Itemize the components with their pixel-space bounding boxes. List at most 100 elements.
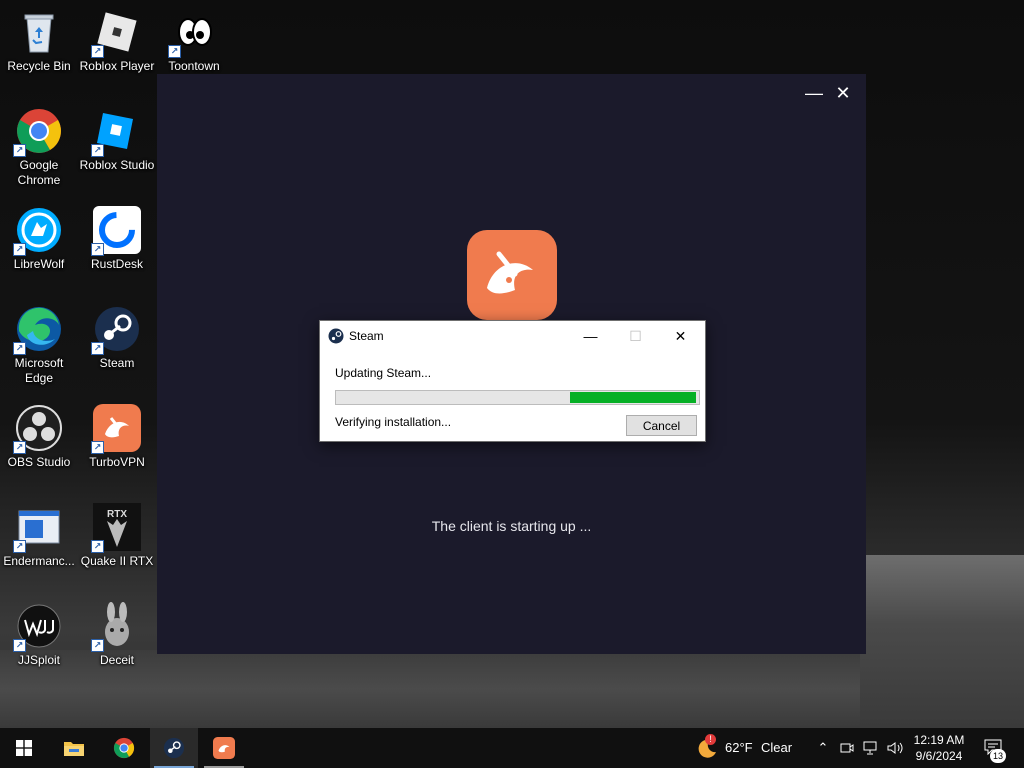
desktop-icon-label: Roblox Player — [79, 59, 155, 73]
desktop-icon-roblox-studio[interactable]: ↗ Roblox Studio — [79, 103, 155, 193]
desktop-icon-label: RustDesk — [90, 257, 143, 271]
launcher-minimize-button[interactable]: — — [803, 82, 825, 104]
desktop-icon-label: Toontown — [168, 59, 220, 73]
jjsploit-icon: ↗ — [13, 602, 63, 652]
cancel-button[interactable]: Cancel — [626, 415, 697, 436]
taskbar-chrome[interactable] — [100, 728, 148, 768]
weather-temperature: 62°F — [725, 740, 753, 755]
deceit-icon: ↗ — [91, 602, 141, 652]
turbovpn-icon — [213, 737, 235, 759]
desktop-icon-label: Endermanc... — [3, 554, 75, 568]
dialog-minimize-button[interactable]: — — [568, 321, 613, 351]
update-progress-fill — [570, 392, 696, 403]
network-icon[interactable] — [863, 740, 879, 756]
desktop: Recycle Bin ↗ Google Chrome ↗ LibreWolf … — [0, 0, 1024, 728]
shortcut-arrow-icon: ↗ — [13, 144, 26, 157]
launcher-status-text: The client is starting up ... — [431, 518, 592, 534]
shortcut-arrow-icon: ↗ — [91, 342, 104, 355]
update-progress-bar — [335, 390, 700, 405]
shortcut-arrow-icon: ↗ — [91, 144, 104, 157]
endermanch-icon: ↗ — [13, 503, 63, 553]
dialog-maximize-button: ☐ — [629, 328, 642, 344]
roblox-player-icon: ↗ — [91, 8, 141, 58]
recycle-bin-icon — [15, 8, 63, 56]
clock-time: 12:19 AM — [913, 733, 965, 747]
desktop-icon-google-chrome[interactable]: ↗ Google Chrome — [1, 103, 77, 193]
desktop-icon-label: LibreWolf — [13, 257, 65, 271]
shortcut-arrow-icon: ↗ — [168, 45, 181, 58]
updating-label: Updating Steam... — [335, 366, 432, 380]
desktop-icon-librewolf[interactable]: ↗ LibreWolf — [1, 202, 77, 292]
desktop-icon-label: Quake II RTX — [80, 554, 154, 568]
weather-condition: Clear — [761, 740, 793, 755]
taskbar: ! 62°F Clear ⌃ 12:19 AM 9/6/2024 13 — [0, 728, 1024, 768]
clock-date: 9/6/2024 — [915, 749, 963, 763]
file-explorer-icon — [64, 742, 84, 756]
toontown-icon: ↗ — [168, 8, 218, 58]
weather-alert-badge: ! — [705, 734, 716, 745]
desktop-icon-quake-rtx[interactable]: RTX ↗ Quake II RTX — [79, 499, 155, 589]
steam-icon — [328, 328, 344, 344]
desktop-icon-label: Steam — [99, 356, 135, 370]
turbovpn-icon: ↗ — [91, 404, 141, 454]
dialog-title: Steam — [349, 329, 384, 343]
windows-logo-icon — [16, 740, 32, 756]
desktop-icon-label: Microsoft Edge — [14, 356, 64, 385]
shortcut-arrow-icon: ↗ — [13, 342, 26, 355]
weather-widget[interactable]: ! 62°F Clear — [690, 728, 800, 768]
shortcut-arrow-icon: ↗ — [13, 540, 26, 553]
taskbar-file-explorer[interactable] — [50, 728, 98, 768]
shortcut-arrow-icon: ↗ — [13, 243, 26, 256]
desktop-icon-steam[interactable]: ↗ Steam — [79, 301, 155, 391]
taskbar-turbovpn[interactable] — [200, 728, 248, 768]
volume-icon[interactable] — [886, 740, 904, 756]
librewolf-icon: ↗ — [13, 206, 63, 256]
dialog-close-button[interactable]: ✕ — [658, 321, 703, 351]
desktop-icon-microsoft-edge[interactable]: ↗ Microsoft Edge — [1, 301, 77, 391]
chrome-icon — [113, 737, 135, 759]
svg-text:RTX: RTX — [107, 509, 127, 520]
desktop-icon-roblox-player[interactable]: ↗ Roblox Player — [79, 4, 155, 94]
desktop-icon-label: TurboVPN — [89, 455, 145, 469]
webcam-icon[interactable] — [840, 741, 854, 755]
desktop-icon-label: Google Chrome — [17, 158, 61, 187]
taskbar-steam[interactable] — [150, 728, 198, 768]
notification-center-button[interactable]: 13 — [978, 728, 1024, 768]
launcher-close-button[interactable]: ✕ — [832, 82, 854, 104]
wallpaper-light — [860, 555, 1024, 728]
chevron-up-icon[interactable]: ⌃ — [815, 740, 831, 756]
steam-icon: ↗ — [91, 305, 141, 355]
desktop-icon-label: Recycle Bin — [7, 59, 71, 73]
turbovpn-logo — [467, 230, 557, 320]
desktop-icon-turbovpn[interactable]: ↗ TurboVPN — [79, 400, 155, 490]
desktop-icon-deceit[interactable]: ↗ Deceit — [79, 598, 155, 688]
shortcut-arrow-icon: ↗ — [13, 441, 26, 454]
rustdesk-icon: ↗ — [91, 206, 141, 256]
desktop-icon-label: Deceit — [99, 653, 134, 667]
shortcut-arrow-icon: ↗ — [91, 243, 104, 256]
desktop-icon-rustdesk[interactable]: ↗ RustDesk — [79, 202, 155, 292]
roblox-studio-icon: ↗ — [91, 107, 141, 157]
notification-count-badge: 13 — [990, 749, 1006, 763]
shortcut-arrow-icon: ↗ — [91, 540, 104, 553]
start-button[interactable] — [0, 728, 48, 768]
shortcut-arrow-icon: ↗ — [91, 441, 104, 454]
quake-rtx-icon: RTX ↗ — [91, 503, 141, 553]
shortcut-arrow-icon: ↗ — [91, 639, 104, 652]
desktop-icon-endermanch[interactable]: ↗ Endermanc... — [1, 499, 77, 589]
desktop-icon-label: JJSploit — [17, 653, 61, 667]
shortcut-arrow-icon: ↗ — [13, 639, 26, 652]
chrome-icon: ↗ — [13, 107, 63, 157]
desktop-icon-obs-studio[interactable]: ↗ OBS Studio — [1, 400, 77, 490]
clock[interactable]: 12:19 AM 9/6/2024 — [906, 730, 972, 766]
desktop-icon-label: Roblox Studio — [79, 158, 155, 172]
obs-icon: ↗ — [13, 404, 63, 454]
edge-icon: ↗ — [13, 305, 63, 355]
steam-icon — [163, 737, 185, 759]
dialog-titlebar[interactable]: Steam — ☐ ✕ — [320, 321, 705, 351]
desktop-icon-jjsploit[interactable]: ↗ JJSploit — [1, 598, 77, 688]
steam-update-dialog: Steam — ☐ ✕ Updating Steam... Verifying … — [319, 320, 706, 442]
desktop-icon-recycle-bin[interactable]: Recycle Bin — [1, 4, 77, 94]
verifying-label: Verifying installation... — [335, 415, 452, 429]
shortcut-arrow-icon: ↗ — [91, 45, 104, 58]
